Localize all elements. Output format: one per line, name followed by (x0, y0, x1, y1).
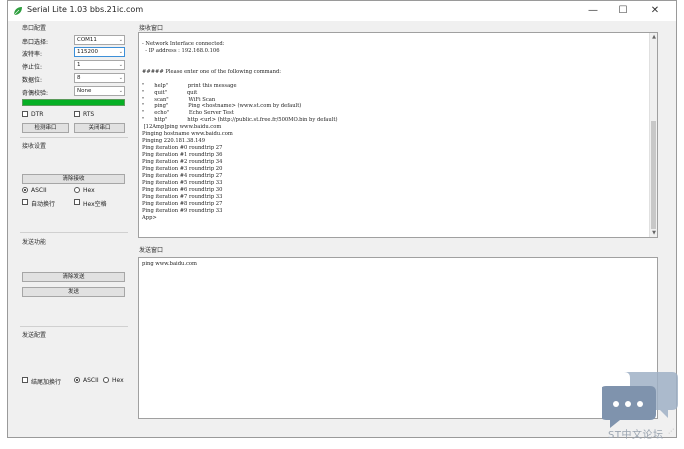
chevron-down-icon: ⌄ (118, 37, 123, 43)
scroll-down-icon[interactable]: ▼ (650, 229, 657, 237)
app-window: Serial Lite 1.03 bbs.21ic.com — ☐ ✕ 串口配置… (7, 0, 677, 438)
port-label: 串口选择: (22, 39, 49, 46)
receive-line: - Network Interface connected: (142, 40, 225, 47)
clear-receive-button[interactable]: 清除接收 (22, 174, 125, 184)
rts-label: RTS (83, 111, 95, 118)
receive-scrollbar[interactable]: ▲ ▼ (649, 33, 657, 237)
receive-hex-radio[interactable] (74, 187, 80, 193)
chevron-down-icon: ⌄ (118, 49, 123, 55)
receive-textarea[interactable]: - Network Interface connecting - Network… (138, 32, 658, 238)
port-status-indicator (22, 99, 125, 106)
receive-line: Ping iteration #6 roundtrip 30 (142, 186, 223, 193)
minimize-icon[interactable]: — (578, 1, 608, 21)
receive-line: " help" print this message (142, 82, 237, 89)
send-ascii-radio[interactable] (74, 377, 80, 383)
receive-line (142, 55, 337, 62)
receive-line: Ping iteration #7 roundtrip 33 (142, 193, 223, 200)
hex-space-label: Hex空格 (83, 201, 107, 208)
send-function-section-label: 发送功能 (22, 239, 47, 246)
chevron-down-icon: ⌄ (118, 75, 123, 81)
receive-ascii-label: ASCII (31, 187, 47, 194)
receive-line: [12Amp]ping www.baidu.com (142, 124, 222, 131)
port-select[interactable]: COM11 ⌄ (74, 35, 125, 45)
send-text: ping www.baidu.com (142, 261, 197, 267)
receive-settings-section-label: 接收设置 (22, 143, 47, 150)
receive-hex-label: Hex (83, 187, 95, 194)
rts-checkbox[interactable] (74, 111, 80, 117)
parity-label: 奇偶校验: (22, 90, 49, 97)
section-divider (20, 137, 128, 138)
send-config-section-label: 发送配置 (22, 332, 47, 339)
receive-line: Pinging 220.181.38.149 (142, 138, 206, 145)
receive-line: " ping" Ping <hostname> (www.st.com by d… (142, 103, 302, 110)
receive-line: Ping iteration #8 roundtrip 27 (142, 200, 223, 207)
receive-line: Ping iteration #5 roundtrip 33 (142, 179, 223, 186)
maximize-icon[interactable]: ☐ (608, 1, 638, 21)
auto-wrap-checkbox[interactable] (22, 199, 28, 205)
receive-line: Ping iteration #9 roundtrip 33 (142, 207, 223, 214)
parity-select[interactable]: None ⌄ (74, 86, 125, 96)
scroll-up-icon[interactable]: ▲ (650, 33, 657, 41)
receive-line: - IP address : 192.168.0.106 (142, 47, 220, 54)
parity-value: None (77, 88, 92, 94)
send-button[interactable]: 发送 (22, 287, 125, 297)
receive-line: App> (142, 214, 157, 221)
receive-line: Ping iteration #3 roundtrip 20 (142, 166, 223, 173)
receive-ascii-radio[interactable] (22, 187, 28, 193)
detect-port-button[interactable]: 检测串口 (22, 123, 69, 133)
baud-select-value: 115200 (77, 49, 98, 55)
section-divider (20, 232, 128, 233)
receive-line (142, 34, 337, 41)
dtr-label: DTR (31, 111, 44, 118)
send-window-label: 发送窗口 (139, 247, 164, 254)
receive-line (142, 62, 337, 69)
title-bar: Serial Lite 1.03 bbs.21ic.com — ☐ ✕ (8, 1, 676, 21)
receive-line: Ping iteration #4 roundtrip 27 (142, 173, 223, 180)
dtr-checkbox[interactable] (22, 111, 28, 117)
receive-window-label: 接收窗口 (139, 25, 164, 32)
chevron-down-icon: ⌄ (118, 88, 123, 94)
data-bits-label: 数据位: (22, 77, 43, 84)
auto-wrap-label: 自动换行 (31, 201, 56, 208)
section-divider (20, 326, 128, 327)
baud-label: 波特率: (22, 51, 43, 58)
port-select-value: COM11 (77, 37, 97, 43)
receive-line: " quit" quit (142, 89, 198, 96)
serial-config-section-label: 串口配置 (22, 25, 47, 32)
receive-line: Ping iteration #1 roundtrip 36 (142, 152, 223, 159)
receive-line: Ping iteration #2 roundtrip 34 (142, 159, 223, 166)
append-newline-checkbox[interactable] (22, 377, 28, 383)
append-newline-label: 结尾加换行 (31, 379, 62, 386)
window-title: Serial Lite 1.03 bbs.21ic.com (27, 5, 144, 14)
receive-line: ##### Please enter one of the following … (142, 68, 282, 75)
stop-bits-value: 1 (77, 62, 81, 68)
close-icon[interactable]: ✕ (640, 1, 670, 21)
receive-line (142, 76, 337, 83)
receive-line: Pinging hostname www.baidu.com (142, 131, 233, 138)
baud-select[interactable]: 115200 ⌄ (74, 47, 125, 57)
data-bits-value: 8 (77, 75, 81, 81)
data-bits-select[interactable]: 8 ⌄ (74, 73, 125, 83)
receive-line: Ping iteration #0 roundtrip 27 (142, 145, 223, 152)
stop-bits-select[interactable]: 1 ⌄ (74, 60, 125, 70)
scroll-thumb[interactable] (651, 121, 656, 229)
clear-send-button[interactable]: 清除发送 (22, 272, 125, 282)
stop-bits-label: 停止位: (22, 64, 43, 71)
send-ascii-label: ASCII (83, 377, 99, 384)
watermark-text: ST中文论坛 (608, 430, 664, 441)
send-hex-label: Hex (112, 377, 124, 384)
close-port-button[interactable]: 关闭串口 (74, 123, 125, 133)
leaf-app-icon (13, 7, 22, 16)
receive-text: - Network Interface connecting - Network… (142, 33, 338, 222)
hex-space-checkbox[interactable] (74, 199, 80, 205)
send-hex-radio[interactable] (103, 377, 109, 383)
chevron-down-icon: ⌄ (118, 62, 123, 68)
receive-line: " http" http <url> (http://public.st.fre… (142, 117, 338, 124)
send-textarea[interactable]: ping www.baidu.com (138, 257, 658, 419)
